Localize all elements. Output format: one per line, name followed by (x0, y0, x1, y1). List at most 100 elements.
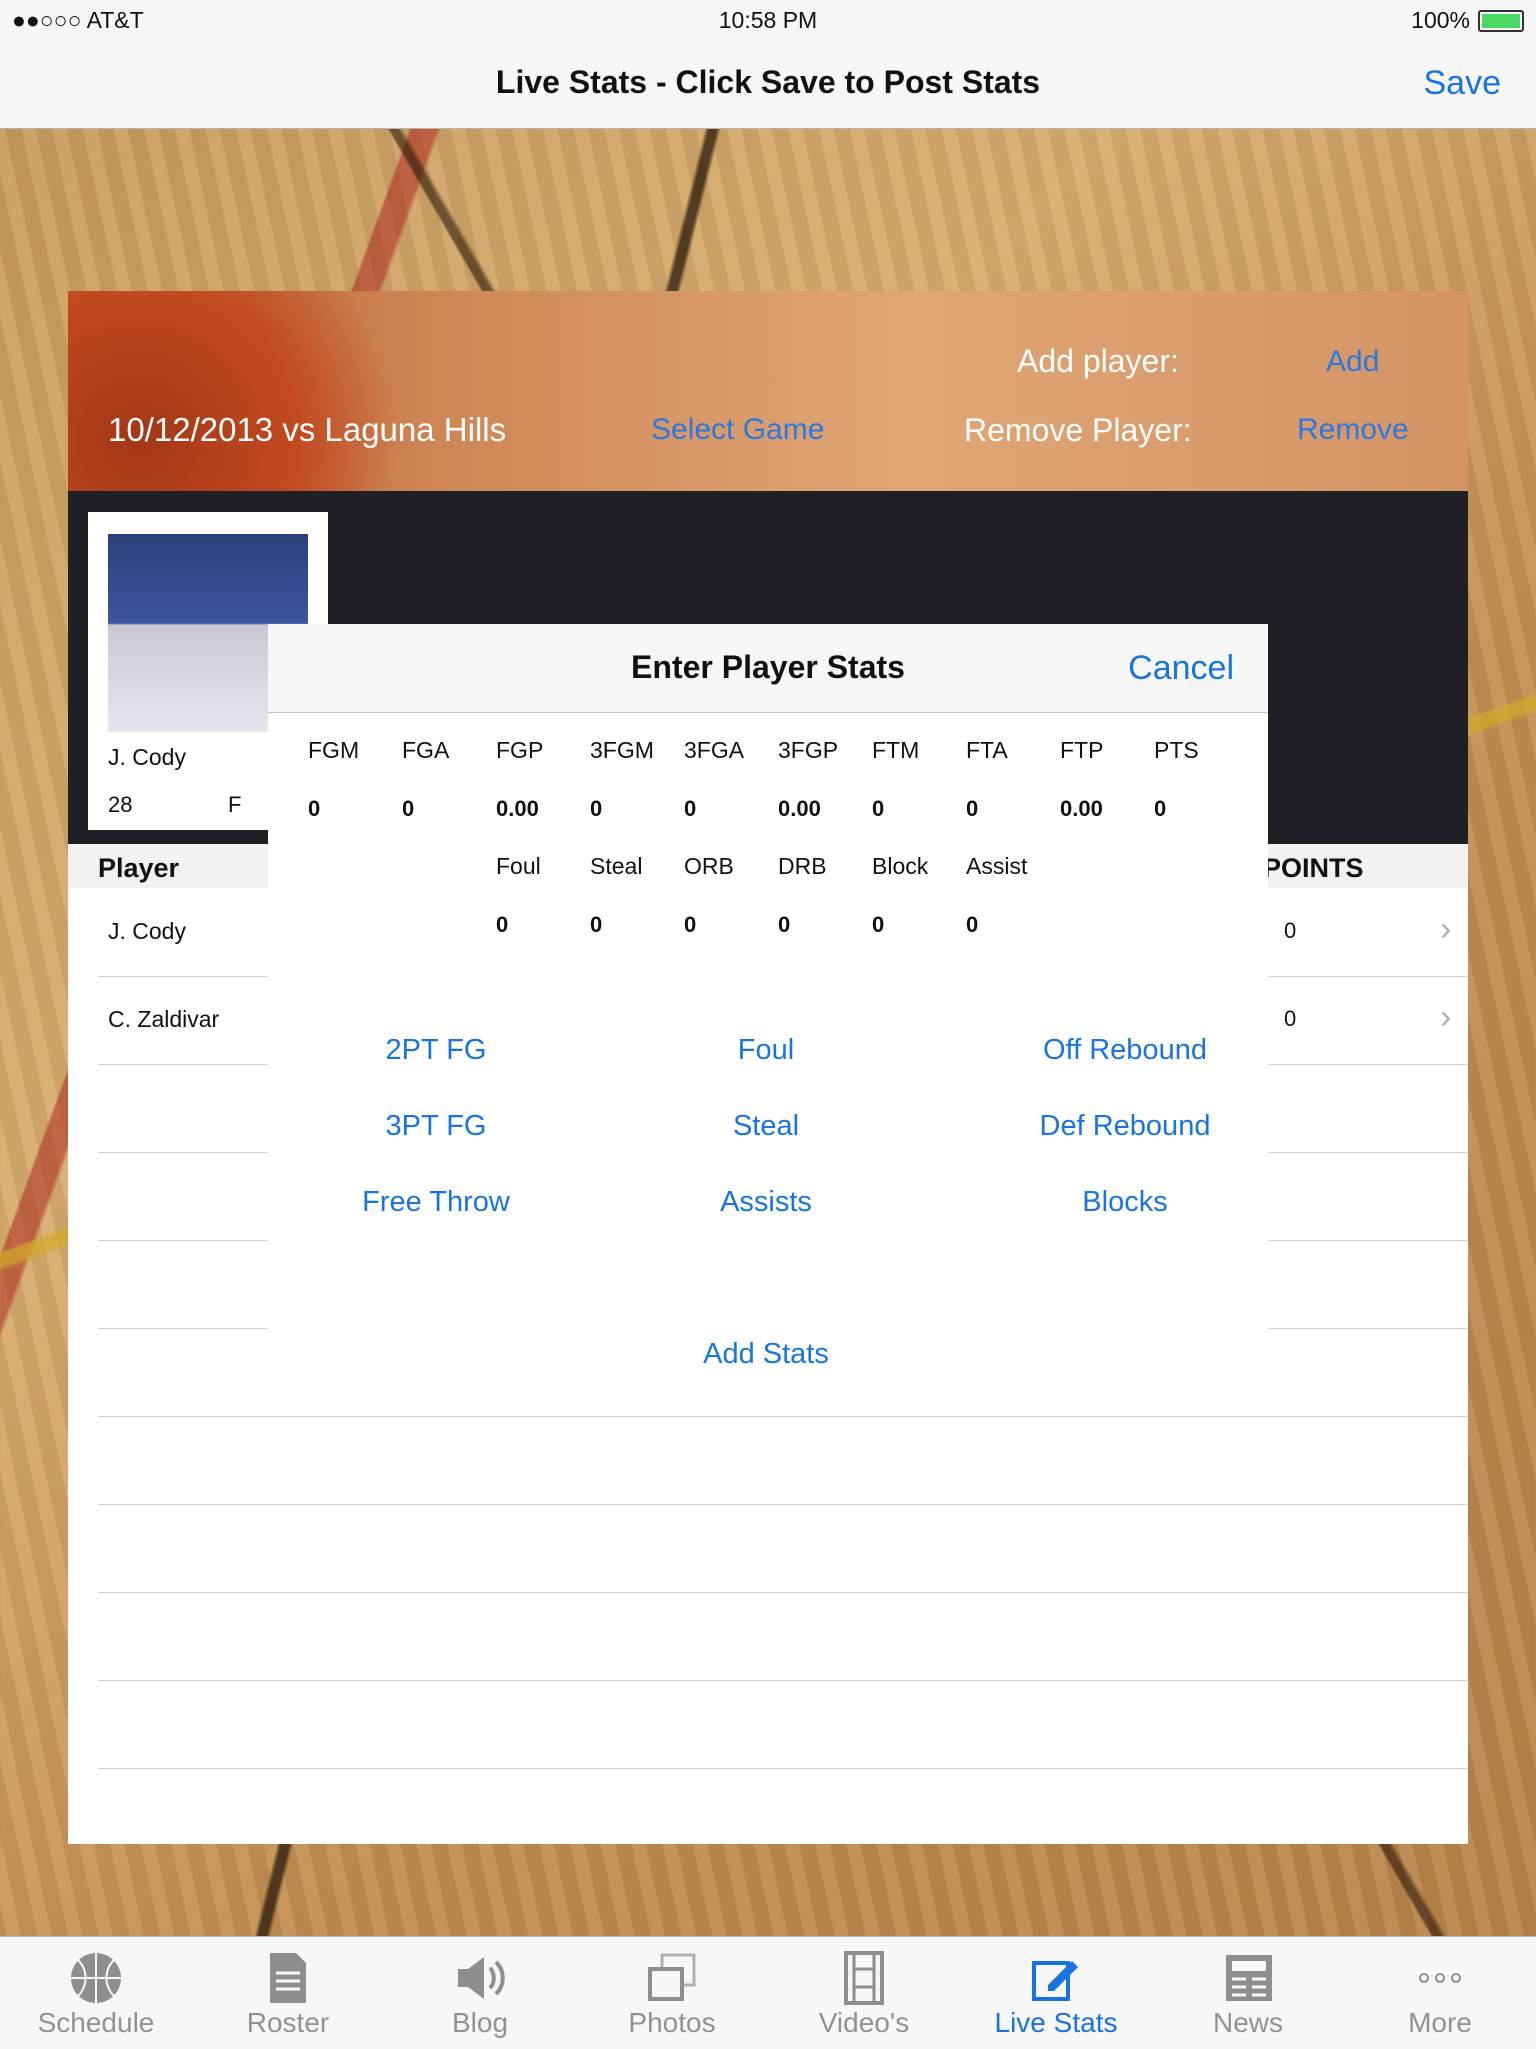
foul-button[interactable]: Foul (616, 1034, 916, 1067)
stat-label-3fgp: 3FGP (778, 737, 839, 763)
tab-live-stats[interactable]: Live Stats (960, 1937, 1152, 2049)
stat-label-3fgm: 3FGM (590, 737, 654, 763)
steal-button[interactable]: Steal (616, 1110, 916, 1143)
player-column-header: Player (98, 853, 180, 883)
stat-value-ftm: 0 (872, 796, 885, 821)
stat-value-ftp: 0.00 (1060, 796, 1103, 821)
blocks-button[interactable]: Blocks (975, 1186, 1275, 1219)
stat-value-3fgp: 0.00 (778, 796, 821, 821)
stat-value-foul: 0 (496, 912, 509, 937)
status-bar: ●●○○○ AT&T 10:58 PM 100% (0, 0, 1536, 40)
empty-row (98, 1416, 1468, 1505)
save-button[interactable]: Save (1424, 64, 1502, 103)
empty-row (98, 1680, 1468, 1769)
modal-title: Enter Player Stats (631, 649, 905, 685)
stat-value-3fgm: 0 (590, 796, 603, 821)
tab-roster[interactable]: Roster (192, 1937, 384, 2049)
tab-label: Live Stats (994, 2007, 1118, 2038)
newspaper-icon (1226, 1955, 1272, 2001)
stat-label-ftp: FTP (1060, 737, 1104, 763)
stat-value-fga: 0 (402, 796, 415, 821)
stat-value-fta: 0 (966, 796, 979, 821)
stat-value-steal: 0 (590, 912, 603, 937)
tab-videos[interactable]: Video's (768, 1937, 960, 2049)
stat-label-block: Block (872, 853, 929, 879)
battery-area: 100% (1411, 7, 1524, 34)
battery-percent: 100% (1411, 7, 1470, 33)
stat-label-3fga: 3FGA (684, 737, 745, 763)
cancel-button[interactable]: Cancel (1128, 649, 1234, 688)
page-title: Live Stats - Click Save to Post Stats (495, 64, 1041, 100)
remove-player-label: Remove Player: (964, 412, 1192, 448)
add-stats-button[interactable]: Add Stats (616, 1338, 916, 1371)
tab-news[interactable]: News (1152, 1937, 1344, 2049)
tab-label: Blog (451, 2007, 509, 2038)
stat-label-orb: ORB (684, 853, 734, 879)
stat-value-block: 0 (872, 912, 885, 937)
more-icon (1419, 1973, 1461, 1983)
def-rebound-button[interactable]: Def Rebound (975, 1110, 1275, 1143)
stat-label-assist: Assist (966, 853, 1028, 879)
stat-value-fgp: 0.00 (496, 796, 539, 821)
tab-blog[interactable]: Blog (384, 1937, 576, 2049)
battery-icon (1478, 9, 1524, 32)
stat-label-fgm: FGM (308, 737, 360, 763)
edit-icon (1032, 1961, 1078, 2001)
game-label: 10/12/2013 vs Laguna Hills (108, 411, 507, 448)
stat-label-fgp: FGP (496, 737, 544, 763)
stat-value-assist: 0 (966, 912, 979, 937)
game-banner: Add player: Add 10/12/2013 vs Laguna Hil… (68, 291, 1468, 491)
stat-label-fga: FGA (402, 737, 450, 763)
points-column-header: POINTS (1263, 853, 1364, 883)
modal-header: Enter Player Stats Cancel (268, 624, 1268, 713)
stat-label-ftm: FTM (872, 737, 920, 763)
off-rebound-button[interactable]: Off Rebound (975, 1034, 1275, 1067)
chevron-right-icon: › (1440, 998, 1452, 1036)
player-card-name: J. Cody (108, 744, 186, 770)
tab-label: Photos (628, 2007, 716, 2038)
empty-row (98, 1504, 1468, 1593)
basketball-icon (71, 1953, 121, 2003)
assists-button[interactable]: Assists (616, 1186, 916, 1219)
stat-label-foul: Foul (496, 853, 541, 879)
stat-value-fgm: 0 (308, 796, 321, 821)
stat-value-3fga: 0 (684, 796, 697, 821)
chevron-right-icon: › (1440, 910, 1452, 948)
document-icon (270, 1953, 306, 2003)
tab-schedule[interactable]: Schedule (0, 1937, 192, 2049)
tab-photos[interactable]: Photos (576, 1937, 768, 2049)
navigation-bar: Live Stats - Click Save to Post Stats Sa… (0, 40, 1536, 129)
stat-label-fta: FTA (966, 737, 1008, 763)
tab-label: Video's (818, 2007, 910, 2038)
speaker-icon (458, 1957, 505, 1999)
row-player-name: J. Cody (108, 918, 186, 944)
add-player-button[interactable]: Add (1326, 345, 1379, 379)
player-card-position: F (228, 792, 242, 817)
player-card-number: 28 (108, 792, 133, 817)
tab-more[interactable]: More (1344, 1937, 1536, 2049)
tab-label: More (1408, 2007, 1472, 2038)
film-icon (844, 1951, 884, 2005)
three-point-fg-button[interactable]: 3PT FG (286, 1110, 586, 1143)
add-player-label: Add player: (1017, 343, 1179, 379)
stat-label-pts: PTS (1154, 737, 1199, 763)
stat-value-drb: 0 (778, 912, 791, 937)
stat-value-pts: 0 (1154, 796, 1167, 821)
remove-player-button[interactable]: Remove (1297, 413, 1409, 447)
stat-value-orb: 0 (684, 912, 697, 937)
tab-label: Schedule (37, 2007, 155, 2038)
enter-player-stats-modal: Enter Player Stats Cancel FGM FGA FGP 3F… (268, 624, 1268, 1414)
photos-icon (648, 1953, 696, 2001)
empty-row (98, 1592, 1468, 1681)
tab-label: Roster (246, 2007, 330, 2038)
row-player-name: C. Zaldivar (108, 1006, 220, 1032)
tab-bar: Schedule Roster Blog Photos Video's Live… (0, 1936, 1536, 2049)
stat-label-drb: DRB (778, 853, 827, 879)
row-points: 0 (1284, 918, 1297, 943)
tab-label: News (1212, 2007, 1283, 2038)
clock: 10:58 PM (718, 7, 818, 33)
row-points: 0 (1284, 1006, 1297, 1031)
two-point-fg-button[interactable]: 2PT FG (286, 1034, 586, 1067)
free-throw-button[interactable]: Free Throw (286, 1186, 586, 1219)
select-game-button[interactable]: Select Game (651, 413, 824, 447)
